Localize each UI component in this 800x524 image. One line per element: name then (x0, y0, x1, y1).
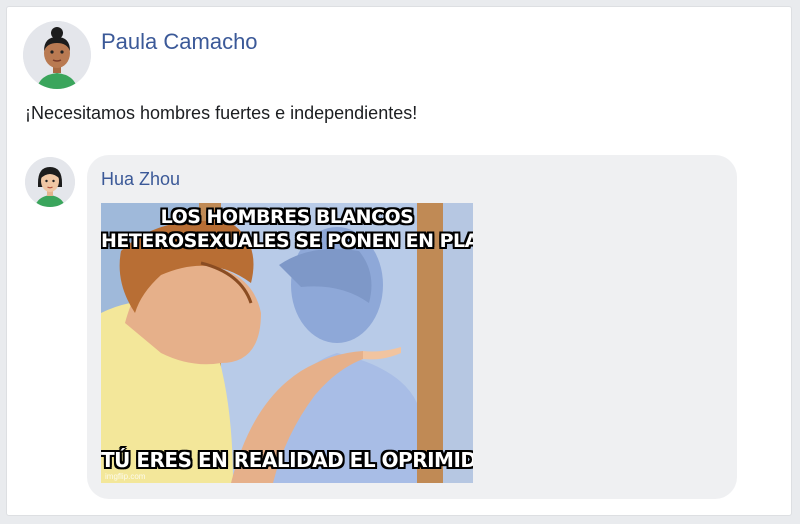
commenter-avatar[interactable] (25, 157, 75, 207)
author-name-link[interactable]: Paula Camacho (101, 29, 258, 55)
meme-image[interactable]: LOS HOMBRES BLANCOS HETEROSEXUALES SE PO… (101, 203, 473, 483)
comment-bubble: Hua Zhou LOS HOMBRES BLANCOS HETEROSEXUA… (87, 155, 737, 499)
meme-top-caption: LOS HOMBRES BLANCOS HETEROSEXUALES SE PO… (101, 205, 473, 253)
post-text: ¡Necesitamos hombres fuertes e independi… (25, 103, 418, 123)
author-avatar[interactable] (23, 21, 91, 89)
meme-watermark: imgflip.com (105, 472, 146, 481)
comment-author-link[interactable]: Hua Zhou (101, 169, 180, 190)
meme-bottom-caption: TÚ ERES EN REALIDAD EL OPRIMIDO (101, 448, 473, 472)
post-card: Paula Camacho ¡Necesitamos hombres fuert… (6, 6, 792, 516)
meme-top-caption-line2: HETEROSEXUALES SE PONEN EN PLAN: (101, 230, 473, 252)
meme-top-caption-line1: LOS HOMBRES BLANCOS (160, 206, 414, 228)
